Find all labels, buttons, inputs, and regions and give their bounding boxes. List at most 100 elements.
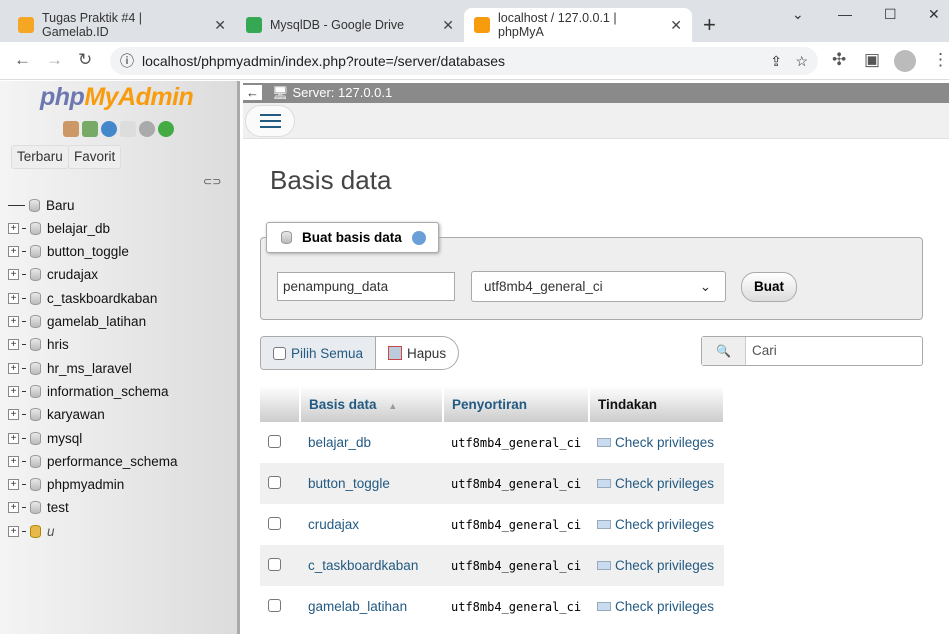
info-icon[interactable]: ⓘ [120,51,134,71]
check-privileges-link[interactable]: Check privileges [589,504,724,545]
reload-nav-icon[interactable] [158,121,174,137]
delete-button[interactable]: Hapus [376,337,458,369]
expand-icon[interactable]: + [8,269,19,281]
tree-new-database[interactable]: Baru [8,195,75,215]
drive-favicon-icon [246,17,262,33]
row-checkbox[interactable] [268,516,281,530]
check-privileges-link[interactable]: Check privileges [589,463,724,504]
logout-icon[interactable] [82,121,98,137]
check-privileges-link[interactable]: Check privileges [589,586,724,627]
bookmark-star-icon[interactable]: ☆ [795,53,808,70]
expand-icon[interactable]: + [8,455,19,467]
expand-icon[interactable]: + [8,316,19,327]
database-name-link[interactable]: c_taskboardkaban [300,545,443,586]
tree-database-item[interactable]: + hris [8,335,69,355]
row-checkbox[interactable] [268,557,281,571]
database-icon [30,408,41,422]
hamburger-menu-button[interactable] [245,105,295,137]
tree-database-item[interactable]: + hr_ms_laravel [8,358,132,378]
close-icon[interactable]: ✕ [442,17,454,34]
reload-icon[interactable]: ↻ [78,50,92,70]
expand-icon[interactable]: + [8,385,19,397]
tree-database-item[interactable]: + crudajax [8,265,98,285]
menu-kebab-icon[interactable]: ⋮ [932,50,949,70]
tab-bar: Tugas Praktik #4 | Gamelab.ID ✕ MysqlDB -… [0,0,949,42]
tree-database-item[interactable]: + karyawan [8,405,105,425]
side-panel-icon[interactable]: ▣ [864,50,880,70]
close-window-icon[interactable]: ✕ [928,6,940,23]
expand-icon[interactable]: + [8,525,19,537]
minimize-icon[interactable]: — [838,6,852,22]
expand-icon[interactable]: + [8,432,19,444]
phpmyadmin-logo[interactable]: phpMyAdmin [40,83,194,112]
tab-drive[interactable]: MysqlDB - Google Drive ✕ [236,8,464,42]
database-icon [30,431,41,445]
tree-database-item[interactable]: + c_taskboardkaban [8,288,157,308]
tree-database-item[interactable]: + phpmyadmin [8,475,124,495]
server-icon: 🖥 [272,85,289,100]
tree-database-item[interactable]: + belajar_db [8,218,110,238]
row-checkbox[interactable] [268,475,281,489]
expand-icon[interactable]: + [8,479,19,491]
sort-asc-icon: ▲ [388,400,398,411]
docs-icon[interactable] [120,121,136,137]
privileges-icon [597,520,611,529]
search-box[interactable]: 🔍 Cari [701,336,923,366]
column-action: Tindakan [589,386,725,422]
link-icon[interactable]: ⊂⊃ [203,175,221,188]
database-name-link[interactable]: gamelab_latihan [300,586,443,627]
collation-cell: utf8mb4_general_ci [451,435,582,450]
help-icon[interactable] [411,230,426,245]
column-database[interactable]: Basis data ▲ [300,386,444,422]
tree-database-item[interactable]: + mysql [8,428,82,448]
database-name-input[interactable]: penampung_data [277,272,455,301]
create-button[interactable]: Buat [741,272,797,302]
collapse-arrow-icon[interactable]: ← [243,85,262,100]
new-tab-icon[interactable]: + [703,12,716,38]
home-icon[interactable] [63,121,79,137]
tree-database-item[interactable]: + performance_schema [8,451,178,471]
tab-phpmyadmin[interactable]: localhost / 127.0.0.1 | phpMyA ✕ [464,8,692,42]
tree-database-item[interactable]: + gamelab_latihan [8,312,146,332]
tree-database-item[interactable]: + information_schema [8,381,169,401]
url-input[interactable]: ⓘ localhost/phpmyadmin/index.php?route=/s… [110,47,818,75]
row-checkbox[interactable] [268,434,281,448]
database-name-link[interactable]: button_toggle [300,463,443,504]
expand-icon[interactable]: + [8,339,19,351]
server-breadcrumb: ← 🖥 Server: 127.0.0.1 [243,83,949,103]
tab-gamelab[interactable]: Tugas Praktik #4 | Gamelab.ID ✕ [8,8,236,42]
select-all-checkbox[interactable]: Pilih Semua [261,337,377,369]
expand-icon[interactable]: + [8,362,19,374]
check-privileges-link[interactable]: Check privileges [589,422,724,463]
expand-icon[interactable]: + [8,222,19,234]
recent-button[interactable]: Terbaru [11,145,69,169]
row-checkbox[interactable] [268,598,281,612]
database-icon [30,338,41,352]
expand-icon[interactable]: + [8,246,19,258]
database-name-link[interactable]: belajar_db [300,422,443,463]
expand-icon[interactable]: + [8,409,19,421]
column-collation[interactable]: Penyortiran [443,386,590,422]
expand-icon[interactable]: + [8,292,19,304]
expand-icon[interactable]: + [8,502,19,514]
check-privileges-link[interactable]: Check privileges [589,545,724,586]
tree-database-item[interactable]: + u [8,521,55,541]
forward-icon[interactable]: → [46,50,63,70]
extensions-icon[interactable]: ✣ [832,50,846,70]
close-icon[interactable]: ✕ [670,17,682,34]
collation-select[interactable]: utf8mb4_general_ci ⌄ [471,271,726,302]
profile-avatar[interactable] [894,50,916,72]
maximize-icon[interactable]: ☐ [884,6,897,23]
back-icon[interactable]: ← [14,50,31,70]
help-icon[interactable] [101,121,117,137]
close-icon[interactable]: ✕ [214,17,226,34]
favorites-button[interactable]: Favorit [68,145,122,169]
tree-database-item[interactable]: + button_toggle [8,242,129,262]
settings-gear-icon[interactable] [139,121,155,137]
share-icon[interactable]: ⇪ [770,53,782,70]
tree-database-item[interactable]: + test [8,498,69,518]
chevron-down-icon: ⌄ [699,279,711,294]
database-name-link[interactable]: crudajax [300,504,443,545]
tab-search-icon[interactable]: ⌄ [792,6,804,23]
create-database-legend: Buat basis data [266,222,439,253]
